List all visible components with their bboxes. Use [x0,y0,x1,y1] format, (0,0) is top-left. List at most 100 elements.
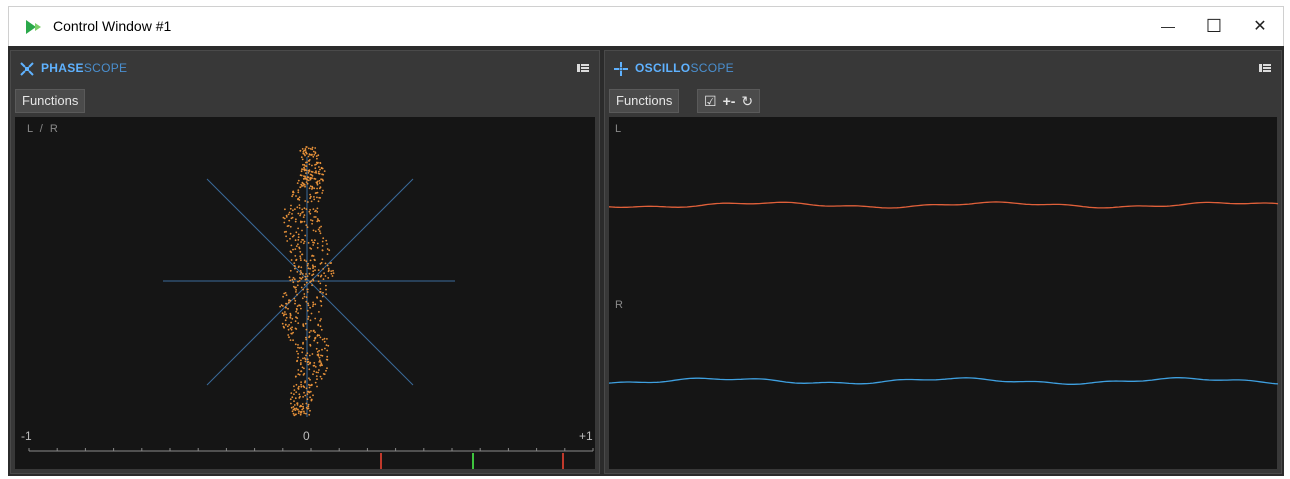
phase-dot [319,291,322,293]
phase-dot [311,264,314,267]
phase-dot [298,347,301,349]
phase-dot [313,216,316,218]
phase-dot [317,161,319,164]
phase-dot [312,267,314,269]
phase-dot [282,295,284,298]
phase-dot [314,317,317,320]
phase-dot [322,268,325,270]
phase-dot [326,243,328,245]
phase-dot [304,149,307,151]
phase-dot [299,186,302,189]
phase-dot [314,265,316,268]
panel-menu-icon[interactable] [577,63,589,73]
phase-dot [309,193,311,196]
phase-dot [308,377,310,380]
phase-dot [297,189,300,191]
phase-dot [307,179,310,182]
phase-dot [319,375,322,378]
phase-dot [313,370,315,373]
phase-dot [326,355,329,358]
phase-dot [297,346,299,349]
phase-dot [309,319,312,322]
phase-dot [295,310,297,313]
phase-dot [284,208,286,211]
phase-dot [296,206,299,209]
phase-dot [306,264,309,267]
auto-zoom-check-icon[interactable]: ☑ [704,93,717,110]
phase-dot [330,270,333,272]
phase-dot [298,204,301,206]
phase-dot [310,200,313,203]
phase-dot [301,238,303,241]
phase-dot [304,200,307,202]
phase-dot [302,357,304,360]
close-button[interactable]: ✕ [1237,7,1283,45]
phase-dot [303,207,306,210]
phase-dot [322,237,325,240]
phase-dot [319,319,321,322]
phase-dot [326,248,329,250]
phase-dot [285,316,288,319]
phase-dot [302,211,304,213]
phase-dot [326,358,329,361]
phase-dot [325,288,327,291]
phase-dot [296,182,299,184]
phase-dot [292,406,295,408]
phase-dot [280,304,283,307]
phase-dot [295,413,297,416]
phase-dot [294,267,296,270]
phase-dot [310,383,313,386]
phase-dot [309,197,311,200]
left-channel-trace [609,201,1279,209]
phase-dot [314,152,317,155]
phase-dot [283,313,286,316]
phase-dot [314,216,317,218]
phase-dot [322,189,324,192]
phase-dot [320,318,322,320]
phase-dot [305,402,308,405]
oscilloscope-functions-button[interactable]: Functions [609,89,680,113]
phase-dot [300,385,303,388]
panel-menu-icon[interactable] [1259,63,1271,73]
phase-dot [316,242,319,245]
phase-dot [304,185,306,188]
window-titlebar[interactable]: Control Window #1 — ☐ ✕ [8,6,1284,46]
phase-dot [290,259,293,261]
phase-dot [317,280,320,283]
phase-dot [321,354,324,357]
phasescope-functions-button[interactable]: Functions [15,89,86,113]
phase-dot [307,176,310,179]
phase-dot [286,325,289,328]
phase-dot [306,358,309,361]
phasescope-title: PHASESCOPE [41,61,127,75]
phase-dot [316,378,318,380]
minimize-button[interactable]: — [1145,7,1191,45]
phase-dot [325,284,327,287]
phase-dot [303,295,306,298]
reset-icon[interactable]: ↻ [741,93,753,110]
phase-dot [302,407,305,410]
phase-dot [318,179,321,182]
phase-dot [303,220,306,223]
phase-dot [291,410,294,413]
phase-dot [288,324,290,326]
phase-dot [295,195,297,197]
phase-dot [305,336,307,339]
phase-dot [289,312,292,315]
phase-dot [310,330,312,332]
phase-dot [315,347,318,350]
phase-dot [313,187,316,190]
phase-dot [318,311,320,313]
phase-dot [315,172,318,174]
phase-dot [318,172,321,175]
phase-dot [324,275,327,277]
phase-dot [296,271,299,273]
phase-dot [293,400,295,402]
zoom-plus-minus-icon[interactable]: +- [723,93,736,109]
phase-dot [296,317,299,319]
phase-dot [308,386,311,389]
maximize-button[interactable]: ☐ [1191,7,1237,45]
phase-dot [317,371,319,374]
phase-dot [299,413,302,416]
close-icon: ✕ [1253,18,1267,35]
